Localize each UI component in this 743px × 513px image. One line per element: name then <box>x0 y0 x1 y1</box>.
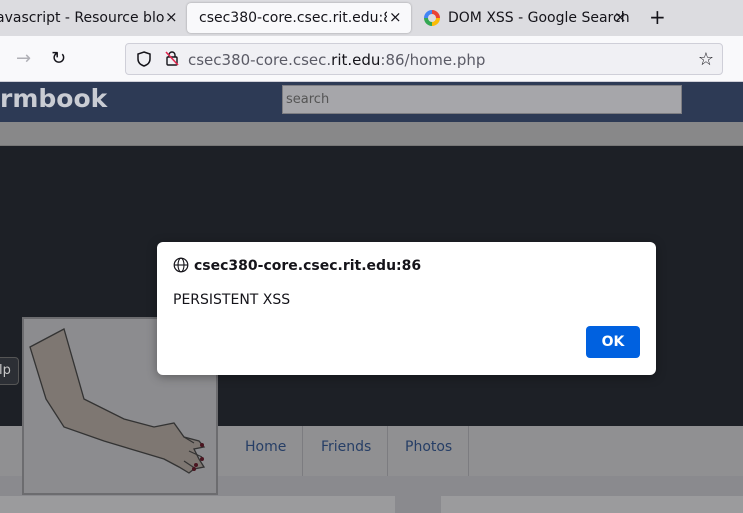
tab-title: DOM XSS - Google Search <box>448 10 630 26</box>
dialog-origin: csec380-core.csec.rit.edu:86 <box>194 258 422 274</box>
alert-dialog: csec380-core.csec.rit.edu:86 PERSISTENT … <box>157 242 656 375</box>
site-logo[interactable]: rmbook <box>0 84 107 113</box>
close-icon[interactable]: × <box>389 8 402 26</box>
site-header: rmbook search <box>0 82 743 122</box>
content-card <box>0 496 395 513</box>
ok-button[interactable]: OK <box>586 326 640 358</box>
globe-icon <box>173 257 189 273</box>
close-icon[interactable]: × <box>165 8 178 26</box>
side-button[interactable]: lp <box>0 357 19 385</box>
content-card <box>441 496 743 513</box>
url-text[interactable]: csec380-core.csec.rit.edu:86/home.php <box>188 51 485 69</box>
tab-resource-blocked[interactable]: avascript - Resource bloc × <box>0 3 180 33</box>
header-strip <box>0 122 743 146</box>
close-icon[interactable]: × <box>614 8 627 26</box>
url-bar[interactable]: csec380-core.csec.rit.edu:86/home.php ☆ <box>125 43 723 75</box>
navigation-bar: → ↻ csec380-core.csec.rit.edu:86/home.ph… <box>0 36 743 82</box>
new-tab-icon[interactable]: + <box>649 5 666 29</box>
forward-icon[interactable]: → <box>16 48 31 69</box>
insecure-lock-icon[interactable] <box>164 50 180 70</box>
profile-nav-photos[interactable]: Photos <box>389 426 470 476</box>
tab-active-home[interactable]: csec380-core.csec.rit.edu:86/ × <box>187 3 411 33</box>
profile-nav-home[interactable]: Home <box>229 426 304 476</box>
search-input[interactable]: search <box>282 85 682 114</box>
tab-bar: avascript - Resource bloc × csec380-core… <box>0 0 743 36</box>
tab-title: csec380-core.csec.rit.edu:86/ <box>199 10 387 26</box>
tab-title: avascript - Resource bloc <box>0 10 164 26</box>
google-icon <box>424 10 440 26</box>
profile-nav-friends[interactable]: Friends <box>305 426 389 476</box>
bookmark-star-icon[interactable]: ☆ <box>698 49 714 70</box>
shield-icon[interactable] <box>136 51 152 71</box>
dialog-message: PERSISTENT XSS <box>173 292 291 308</box>
reload-icon[interactable]: ↻ <box>51 48 66 69</box>
tab-dom-xss-search[interactable]: DOM XSS - Google Search × <box>416 3 636 33</box>
